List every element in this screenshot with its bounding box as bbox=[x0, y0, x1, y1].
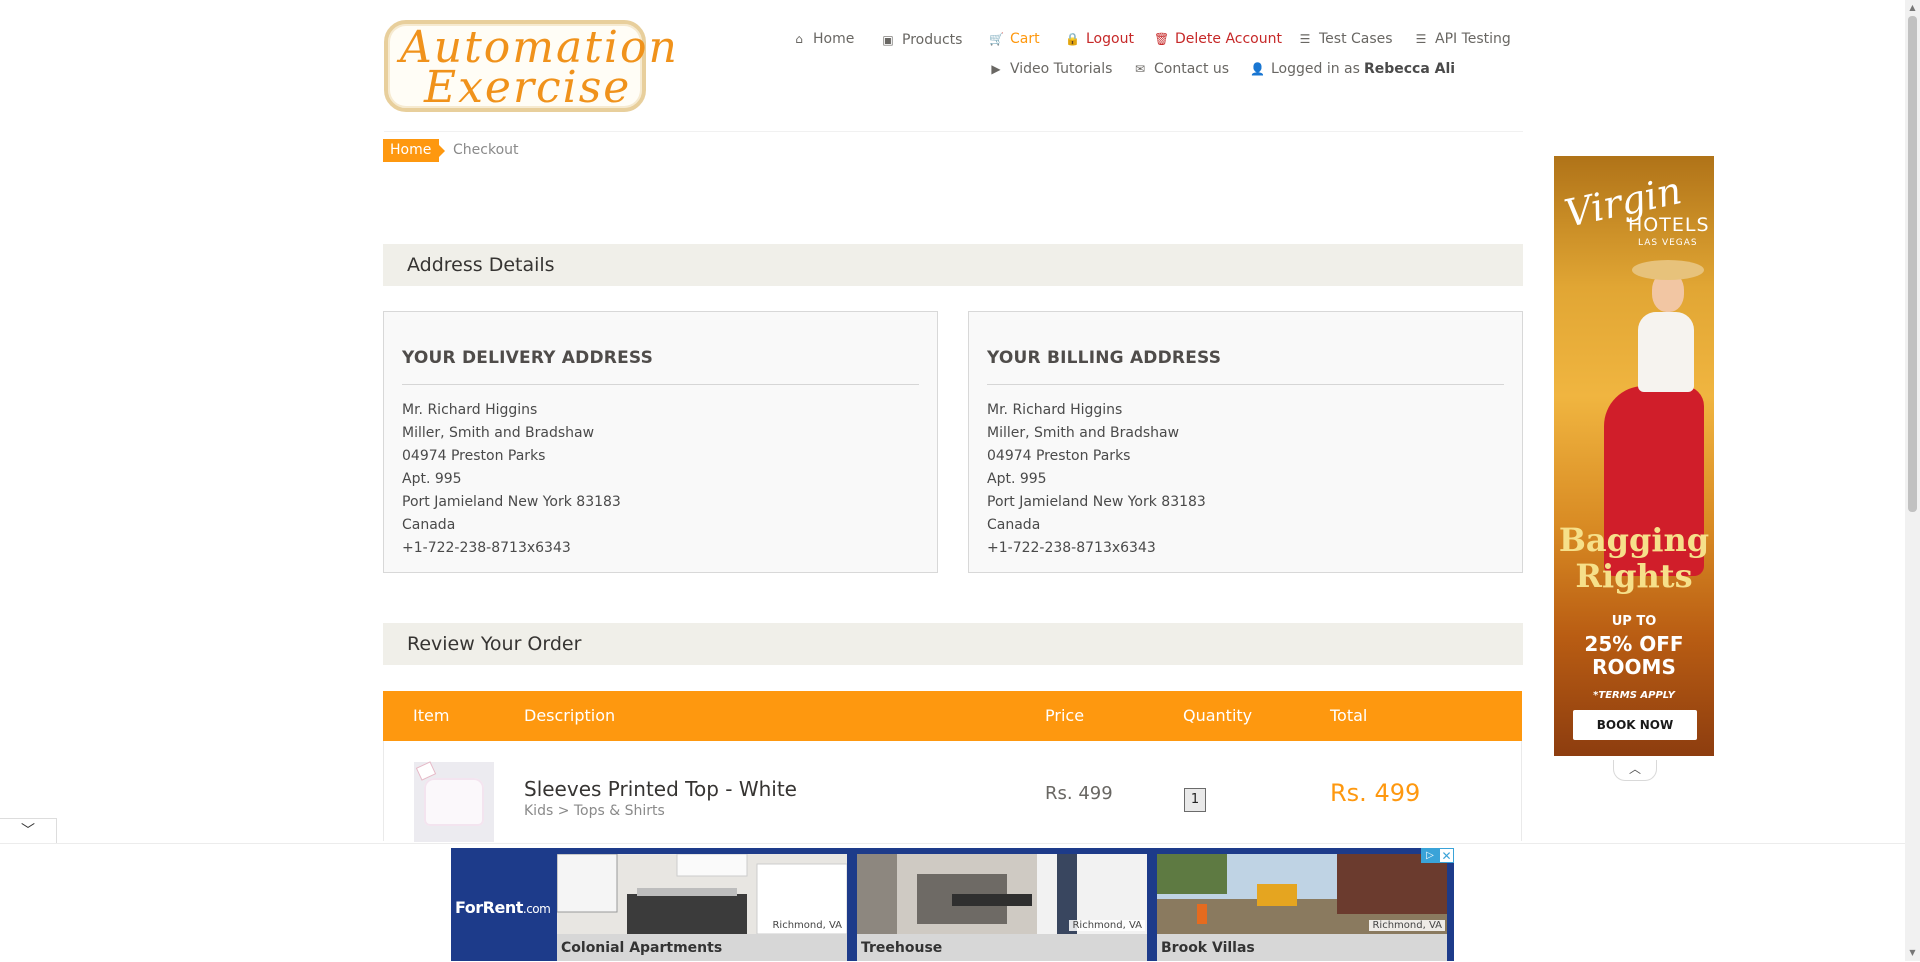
delivery-address-title: YOUR DELIVERY ADDRESS bbox=[402, 348, 919, 385]
col-description: Description bbox=[524, 706, 616, 725]
col-item: Item bbox=[413, 706, 450, 725]
product-total: Rs. 499 bbox=[1330, 779, 1421, 807]
nav-cart[interactable]: 🛒 Cart bbox=[989, 31, 1040, 47]
delivery-address-line2: Apt. 995 bbox=[402, 471, 462, 487]
forrent-logo: ForRent.com bbox=[455, 898, 551, 917]
product-name-link[interactable]: Sleeves Printed Top - White bbox=[524, 777, 797, 801]
delivery-address-city: Port Jamieland New York 83183 bbox=[402, 494, 621, 510]
listing-card[interactable]: Richmond, VA Treehouse bbox=[857, 854, 1147, 961]
close-icon[interactable]: ✕ bbox=[1439, 848, 1454, 863]
ad-offer: 25% OFF ROOMS bbox=[1584, 632, 1684, 679]
billing-address-lines: Mr. Richard Higgins Miller, Smith and Br… bbox=[987, 399, 1504, 560]
listing-name: Treehouse bbox=[861, 940, 943, 956]
table-row: Sleeves Printed Top - White Kids > Tops … bbox=[383, 741, 1522, 842]
header-divider bbox=[384, 131, 1523, 132]
quantity-button[interactable]: 1 bbox=[1184, 788, 1206, 812]
nav-test-cases[interactable]: ☰ Test Cases bbox=[1298, 31, 1393, 47]
billing-address-line2: Apt. 995 bbox=[987, 471, 1047, 487]
breadcrumb-current: Checkout bbox=[453, 142, 519, 158]
listing-location: Richmond, VA bbox=[769, 920, 845, 931]
cart-icon: 🛒 bbox=[989, 32, 1004, 46]
envelope-icon: ✉ bbox=[1134, 62, 1146, 76]
nav-api-testing[interactable]: ☰ API Testing bbox=[1414, 31, 1511, 47]
billing-address-name: Mr. Richard Higgins bbox=[987, 402, 1123, 418]
nav-contact-us[interactable]: ✉ Contact us bbox=[1133, 61, 1229, 77]
nav-video-tutorials[interactable]: ▶ Video Tutorials bbox=[989, 61, 1112, 77]
ad-hotels: HOTELS bbox=[1628, 214, 1710, 236]
bottom-advertisement[interactable]: ForRent.com Richmond, VA Colonial Apartm… bbox=[451, 848, 1454, 961]
delivery-address-box: YOUR DELIVERY ADDRESS Mr. Richard Higgin… bbox=[383, 311, 938, 573]
delivery-address-lines: Mr. Richard Higgins Miller, Smith and Br… bbox=[402, 399, 919, 560]
ad-location: LAS VEGAS bbox=[1638, 238, 1698, 248]
product-category: Kids > Tops & Shirts bbox=[524, 803, 665, 819]
listing-name: Brook Villas bbox=[1161, 940, 1255, 956]
ad-choices-icon[interactable]: ▷ bbox=[1421, 848, 1439, 863]
listing-name: Colonial Apartments bbox=[561, 940, 723, 956]
scrollbar-thumb[interactable] bbox=[1908, 16, 1917, 512]
billing-address-city: Port Jamieland New York 83183 bbox=[987, 494, 1206, 510]
chevron-down-icon[interactable]: ﹀ bbox=[0, 818, 57, 844]
side-advertisement[interactable]: Virgin HOTELS LAS VEGAS Bagging Rights U… bbox=[1554, 156, 1714, 756]
scroll-up-arrow-icon[interactable]: ▲ bbox=[1905, 0, 1920, 16]
list-icon: ☰ bbox=[1415, 32, 1427, 46]
nav-delete-account[interactable]: 🗑 Delete Account bbox=[1154, 31, 1282, 47]
listing-card[interactable]: Richmond, VA Colonial Apartments bbox=[557, 854, 847, 961]
address-details-heading: Address Details bbox=[383, 244, 1523, 286]
delivery-address-phone: +1-722-238-8713x6343 bbox=[402, 540, 571, 556]
billing-address-box: YOUR BILLING ADDRESS Mr. Richard Higgins… bbox=[968, 311, 1523, 573]
delivery-address-name: Mr. Richard Higgins bbox=[402, 402, 538, 418]
delivery-address-line1: 04974 Preston Parks bbox=[402, 448, 546, 464]
col-quantity: Quantity bbox=[1183, 706, 1253, 725]
delivery-address-company: Miller, Smith and Bradshaw bbox=[402, 425, 595, 441]
user-icon: 👤 bbox=[1250, 62, 1265, 76]
nav-home[interactable]: ⌂ Home bbox=[792, 31, 854, 47]
logged-in-username: Rebecca Ali bbox=[1363, 61, 1456, 77]
nav-products[interactable]: ▣ Products bbox=[881, 32, 962, 48]
logo-line-2: Exercise bbox=[424, 62, 632, 113]
ad-terms: *TERMS APPLY bbox=[1593, 690, 1675, 701]
listing-location: Richmond, VA bbox=[1069, 920, 1145, 931]
billing-address-title: YOUR BILLING ADDRESS bbox=[987, 348, 1504, 385]
trash-icon: 🗑 bbox=[1154, 32, 1170, 46]
site-logo[interactable]: Automation Exercise bbox=[384, 20, 677, 113]
chevron-up-icon[interactable]: ︿ bbox=[1613, 760, 1657, 781]
listing-card[interactable]: Richmond, VA Brook Villas bbox=[1157, 854, 1447, 961]
briefcase-icon: ▣ bbox=[882, 33, 894, 47]
scroll-down-arrow-icon[interactable]: ▼ bbox=[1905, 945, 1920, 961]
youtube-icon: ▶ bbox=[991, 62, 1001, 76]
review-order-heading: Review Your Order bbox=[383, 623, 1523, 665]
book-now-button[interactable]: BOOK NOW bbox=[1573, 710, 1697, 740]
billing-address-phone: +1-722-238-8713x6343 bbox=[987, 540, 1156, 556]
col-total: Total bbox=[1330, 706, 1368, 725]
col-price: Price bbox=[1045, 706, 1085, 725]
product-price: Rs. 499 bbox=[1045, 783, 1113, 804]
delivery-address-country: Canada bbox=[402, 517, 456, 533]
list-icon: ☰ bbox=[1299, 32, 1311, 46]
home-icon: ⌂ bbox=[795, 32, 803, 46]
ad-upto: UP TO bbox=[1611, 614, 1657, 629]
nav-logout[interactable]: 🔒 Logout bbox=[1065, 31, 1134, 47]
billing-address-country: Canada bbox=[987, 517, 1041, 533]
order-table-header: Item Description Price Quantity Total bbox=[383, 691, 1522, 741]
lock-icon: 🔒 bbox=[1065, 32, 1080, 46]
product-image[interactable] bbox=[414, 761, 494, 842]
billing-address-line1: 04974 Preston Parks bbox=[987, 448, 1131, 464]
billing-address-company: Miller, Smith and Bradshaw bbox=[987, 425, 1180, 441]
ad-headline: Bagging Rights bbox=[1558, 521, 1710, 595]
breadcrumb-home[interactable]: Home bbox=[383, 139, 446, 162]
logged-in-status: 👤 Logged in as Rebecca Ali bbox=[1250, 61, 1456, 77]
listing-location: Richmond, VA bbox=[1369, 920, 1445, 931]
